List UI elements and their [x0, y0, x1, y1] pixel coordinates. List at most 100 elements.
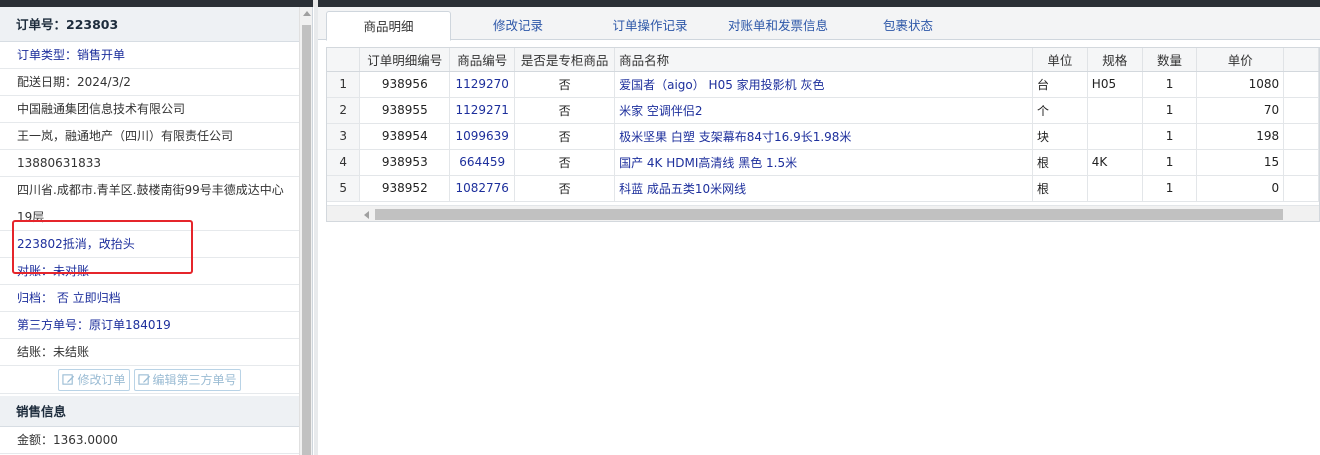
- table-cell: H05: [1087, 71, 1143, 98]
- table-cell: 1: [1142, 71, 1198, 98]
- column-header[interactable]: 订单明细编号: [359, 48, 451, 72]
- table-cell[interactable]: 爱国者（aigo） H05 家用投影机 灰色: [614, 71, 1033, 98]
- scroll-up-icon[interactable]: [303, 11, 311, 16]
- table-row[interactable]: 2 938955 1129271 否米家 空调伴侣2 个 1 70: [327, 97, 1319, 124]
- edit-order-label: 修改订单: [77, 372, 126, 387]
- detail-area: 商品明细 修改记录 订单操作记录 对账单和发票信息 包裹状态 订单明细编号 商品编…: [318, 7, 1320, 455]
- horizontal-scrollbar[interactable]: [327, 205, 1319, 221]
- table-cell: 否: [514, 175, 616, 202]
- table-cell[interactable]: 1129270: [449, 71, 516, 98]
- edit-icon: [137, 374, 150, 385]
- column-header[interactable]: 规格: [1087, 48, 1143, 72]
- table-cell: 否: [514, 123, 616, 150]
- table-cell: [1087, 175, 1143, 202]
- table-cell: 根: [1032, 149, 1088, 176]
- table-cell: 938955: [359, 97, 451, 124]
- table-cell: 4: [327, 149, 361, 176]
- table-cell: 根: [1032, 175, 1088, 202]
- table-cell: 1: [1142, 123, 1198, 150]
- column-header[interactable]: 单位: [1032, 48, 1088, 72]
- table-cell-filler: [1283, 175, 1319, 202]
- table-cell: 1: [327, 71, 361, 98]
- table-cell: [1087, 123, 1143, 150]
- table-cell: 3: [327, 123, 361, 150]
- table-cell[interactable]: 科蓝 成品五类10米网线: [614, 175, 1033, 202]
- table-row[interactable]: 5 938952 1082776 否科蓝 成品五类10米网线根 1 0: [327, 175, 1319, 202]
- order-info-panel: 订单号：223803 订单类型：销售开单 配送日期：2024/3/2 中国融通集团信…: [0, 7, 313, 455]
- sales-amount: 金额：1363.0000: [0, 427, 299, 454]
- table-cell[interactable]: 664459: [449, 149, 516, 176]
- left-vertical-scrollbar[interactable]: [299, 7, 312, 455]
- order-field-3: 王一岚，融通地产（四川）有限责任公司: [0, 123, 299, 150]
- table-row[interactable]: 1 938956 1129270 否爱国者（aigo） H05 家用投影机 灰色台 H0…: [327, 71, 1319, 98]
- column-header[interactable]: 商品编号: [449, 48, 516, 72]
- order-number-header: 订单号：223803: [0, 7, 299, 42]
- column-header[interactable]: 数量: [1142, 48, 1198, 72]
- table-cell-filler: [1283, 123, 1319, 150]
- table-cell: 2: [327, 97, 361, 124]
- table-cell[interactable]: 极米坚果 白塑 支架幕布84寸16.9长1.98米: [614, 123, 1033, 150]
- table-cell: [1087, 97, 1143, 124]
- product-details-grid: 订单明细编号 商品编号 是否是专柜商品 商品名称 单位 规格 数量 单价 1 938956 112…: [326, 47, 1320, 222]
- table-row[interactable]: 3 938954 1099639 否极米坚果 白塑 支架幕布84寸16.9长1.98米…: [327, 123, 1319, 150]
- column-header[interactable]: [327, 48, 361, 72]
- scroll-left-icon[interactable]: [364, 211, 369, 219]
- edit-third-party-label: 编辑第三方单号: [152, 372, 237, 387]
- table-cell: 1: [1142, 149, 1198, 176]
- column-header[interactable]: 商品名称: [614, 48, 1033, 72]
- edit-order-button[interactable]: 修改订单: [58, 368, 130, 391]
- table-cell: 938956: [359, 71, 451, 98]
- table-cell[interactable]: 1099639: [449, 123, 516, 150]
- table-cell-filler: [1283, 71, 1319, 98]
- table-cell: 台: [1032, 71, 1088, 98]
- order-action-buttons: 修改订单 编辑第三方单号: [0, 366, 299, 394]
- sales-info-header: 销售信息: [0, 396, 299, 427]
- top-strip: [0, 0, 1320, 7]
- table-cell: 4K: [1087, 149, 1143, 176]
- table-cell: 15: [1196, 149, 1285, 176]
- horizontal-scroll-thumb[interactable]: [375, 209, 1283, 220]
- tab-product-details[interactable]: 商品明细: [326, 11, 451, 41]
- table-cell: 否: [514, 71, 616, 98]
- edit-icon: [62, 374, 75, 385]
- product-table: 订单明细编号 商品编号 是否是专柜商品 商品名称 单位 规格 数量 单价 1 938956 112…: [327, 48, 1319, 202]
- table-cell: 1: [1142, 97, 1198, 124]
- table-cell: 938954: [359, 123, 451, 150]
- table-cell-filler: [1283, 149, 1319, 176]
- table-cell: 5: [327, 175, 361, 202]
- tab-bar: 商品明细 修改记录 订单操作记录 对账单和发票信息 包裹状态: [318, 7, 1320, 41]
- table-row[interactable]: 4 938953 664459 否国产 4K HDMI高清线 黑色 1.5米根 4K 1 1…: [327, 149, 1319, 176]
- order-field-10: 结账：未结账: [0, 339, 299, 366]
- table-cell[interactable]: 1082776: [449, 175, 516, 202]
- table-cell: 70: [1196, 97, 1285, 124]
- table-cell[interactable]: 国产 4K HDMI高清线 黑色 1.5米: [614, 149, 1033, 176]
- order-field-0: 订单类型：销售开单: [0, 42, 299, 69]
- column-header-filler: [1283, 48, 1319, 72]
- table-cell: 1080: [1196, 71, 1285, 98]
- order-field-4: 13880631833: [0, 150, 299, 177]
- table-cell: 1: [1142, 175, 1198, 202]
- tab-order-operation-log[interactable]: 订单操作记录: [590, 11, 710, 40]
- table-cell: 198: [1196, 123, 1285, 150]
- table-cell-filler: [1283, 97, 1319, 124]
- tab-modification-log[interactable]: 修改记录: [458, 11, 578, 40]
- column-header[interactable]: 单价: [1196, 48, 1285, 72]
- tab-package-status[interactable]: 包裹状态: [858, 11, 958, 40]
- table-cell: 块: [1032, 123, 1088, 150]
- table-cell[interactable]: 米家 空调伴侣2: [614, 97, 1033, 124]
- table-cell: 否: [514, 97, 616, 124]
- table-cell[interactable]: 1129271: [449, 97, 516, 124]
- scroll-thumb[interactable]: [302, 25, 311, 455]
- table-cell: 否: [514, 149, 616, 176]
- highlight-annotation-box: [12, 220, 193, 274]
- column-header[interactable]: 是否是专柜商品: [514, 48, 616, 72]
- table-cell: 938952: [359, 175, 451, 202]
- order-field-8: 归档： 否 立即归档: [0, 285, 299, 312]
- tab-statement-invoice[interactable]: 对账单和发票信息: [713, 11, 843, 40]
- table-cell: 938953: [359, 149, 451, 176]
- table-cell: 个: [1032, 97, 1088, 124]
- order-field-1: 配送日期：2024/3/2: [0, 69, 299, 96]
- table-cell: 0: [1196, 175, 1285, 202]
- order-field-2: 中国融通集团信息技术有限公司: [0, 96, 299, 123]
- edit-third-party-button[interactable]: 编辑第三方单号: [133, 368, 241, 391]
